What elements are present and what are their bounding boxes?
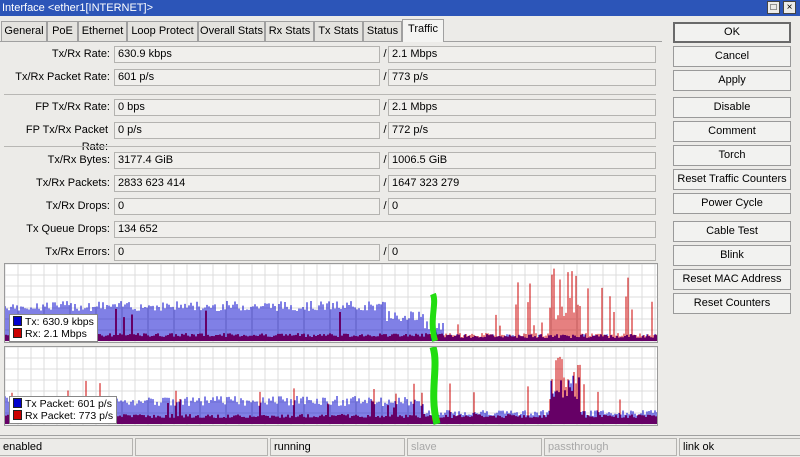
tx-queue-drops-label: Tx Queue Drops: — [26, 223, 110, 235]
tx-rx-packet-rate-label: Tx/Rx Packet Rate: — [15, 71, 110, 83]
legend-rx-packet-label: Rx Packet: 773 p/s — [25, 410, 114, 422]
fp-tx-rx-rate-label: FP Tx/Rx Rate: — [35, 101, 110, 113]
fp-rx-rate-field[interactable]: 2.1 Mbps — [388, 99, 656, 116]
power-cycle-button[interactable]: Power Cycle — [673, 193, 791, 214]
annotation-marker — [429, 347, 441, 425]
traffic-panel: Tx/Rx Rate: 630.9 kbps / 2.1 Mbps Tx/Rx … — [0, 41, 662, 431]
tab-ethernet[interactable]: Ethernet — [78, 21, 127, 41]
tx-rx-errors-label: Tx/Rx Errors: — [45, 246, 110, 258]
fp-rx-packet-rate-field[interactable]: 772 p/s — [388, 122, 656, 139]
reset-mac-address-button[interactable]: Reset MAC Address — [673, 269, 791, 290]
tx-rx-drops-label: Tx/Rx Drops: — [45, 200, 110, 212]
rx-bytes-field[interactable]: 1006.5 GiB — [388, 152, 656, 169]
tx-rx-bytes-label: Tx/Rx Bytes: — [47, 154, 110, 166]
status-enabled: enabled — [0, 438, 133, 456]
section-divider — [4, 146, 656, 147]
rx-packet-rate-field[interactable]: 773 p/s — [388, 69, 656, 86]
tx-series — [5, 301, 657, 341]
tx-errors-field[interactable]: 0 — [114, 244, 380, 261]
tx-bytes-field[interactable]: 3177.4 GiB — [114, 152, 380, 169]
section-divider — [4, 94, 656, 95]
window-title-bar[interactable]: Interface <ether1[INTERNET]> □ × — [0, 0, 800, 16]
rx-drops-field[interactable]: 0 — [388, 198, 656, 215]
annotation-marker — [429, 292, 438, 342]
close-button[interactable]: × — [783, 1, 796, 14]
fp-tx-packet-rate-field[interactable]: 0 p/s — [114, 122, 380, 139]
status-empty — [135, 438, 268, 456]
cancel-button[interactable]: Cancel — [673, 46, 791, 67]
tab-poe[interactable]: PoE — [47, 21, 78, 41]
packet-graph: Tx Packet: 601 p/s Rx Packet: 773 p/s — [4, 346, 658, 426]
legend-rx-row: Rx: 2.1 Mbps — [13, 328, 94, 340]
tab-traffic[interactable]: Traffic — [402, 19, 444, 42]
reset-counters-button[interactable]: Reset Counters — [673, 293, 791, 314]
legend-tx-packet-label: Tx Packet: 601 p/s — [25, 398, 112, 410]
restore-button[interactable]: □ — [767, 1, 780, 14]
traffic-graph: Tx: 630.9 kbps Rx: 2.1 Mbps — [4, 263, 658, 343]
cable-test-button[interactable]: Cable Test — [673, 221, 791, 242]
status-running: running — [270, 438, 405, 456]
tx-rx-packets-label: Tx/Rx Packets: — [36, 177, 110, 189]
packet-graph-legend: Tx Packet: 601 p/s Rx Packet: 773 p/s — [9, 396, 118, 424]
tab-loop-protect[interactable]: Loop Protect — [127, 21, 198, 41]
status-link: link ok — [679, 438, 800, 456]
tx-drops-field[interactable]: 0 — [114, 198, 380, 215]
tx-color-swatch — [13, 398, 22, 408]
status-slave: slave — [407, 438, 542, 456]
rx-errors-field[interactable]: 0 — [388, 244, 656, 261]
legend-rx-label: Rx: 2.1 Mbps — [25, 328, 87, 340]
reset-traffic-counters-button[interactable]: Reset Traffic Counters — [673, 169, 791, 190]
rx-packets-field[interactable]: 1647 323 279 — [388, 175, 656, 192]
tx-rate-field[interactable]: 630.9 kbps — [114, 46, 380, 63]
torch-button[interactable]: Torch — [673, 145, 791, 166]
ok-button[interactable]: OK — [673, 22, 791, 43]
tx-packets-field[interactable]: 2833 623 414 — [114, 175, 380, 192]
traffic-graph-canvas — [5, 264, 657, 342]
rx-color-swatch — [13, 410, 22, 420]
tab-rx-stats[interactable]: Rx Stats — [265, 21, 314, 41]
traffic-graph-legend: Tx: 630.9 kbps Rx: 2.1 Mbps — [9, 314, 98, 342]
tab-general[interactable]: General — [1, 21, 47, 41]
tx-color-swatch — [13, 316, 22, 326]
blink-button[interactable]: Blink — [673, 245, 791, 266]
disable-button[interactable]: Disable — [673, 97, 791, 118]
comment-button[interactable]: Comment — [673, 121, 791, 142]
tx-queue-drops-field[interactable]: 134 652 — [114, 221, 656, 238]
status-passthrough: passthrough — [544, 438, 677, 456]
rx-color-swatch — [13, 328, 22, 338]
tx-rx-rate-label: Tx/Rx Rate: — [51, 48, 110, 60]
tab-status[interactable]: Status — [363, 21, 402, 41]
status-bar: enabled running slave passthrough link o… — [0, 435, 800, 457]
window-title: Interface <ether1[INTERNET]> — [2, 2, 154, 14]
apply-button[interactable]: Apply — [673, 70, 791, 91]
tab-overall-stats[interactable]: Overall Stats — [198, 21, 265, 41]
tab-tx-stats[interactable]: Tx Stats — [314, 21, 363, 41]
rx-rate-field[interactable]: 2.1 Mbps — [388, 46, 656, 63]
legend-tx-row: Tx: 630.9 kbps — [13, 316, 94, 328]
legend-tx-label: Tx: 630.9 kbps — [25, 316, 94, 328]
legend-rx-packet-row: Rx Packet: 773 p/s — [13, 410, 113, 422]
fp-tx-rate-field[interactable]: 0 bps — [114, 99, 380, 116]
legend-tx-packet-row: Tx Packet: 601 p/s — [13, 398, 113, 410]
tx-packet-rate-field[interactable]: 601 p/s — [114, 69, 380, 86]
fp-tx-rx-packet-rate-label: FP Tx/Rx Packet Rate: — [25, 124, 108, 153]
